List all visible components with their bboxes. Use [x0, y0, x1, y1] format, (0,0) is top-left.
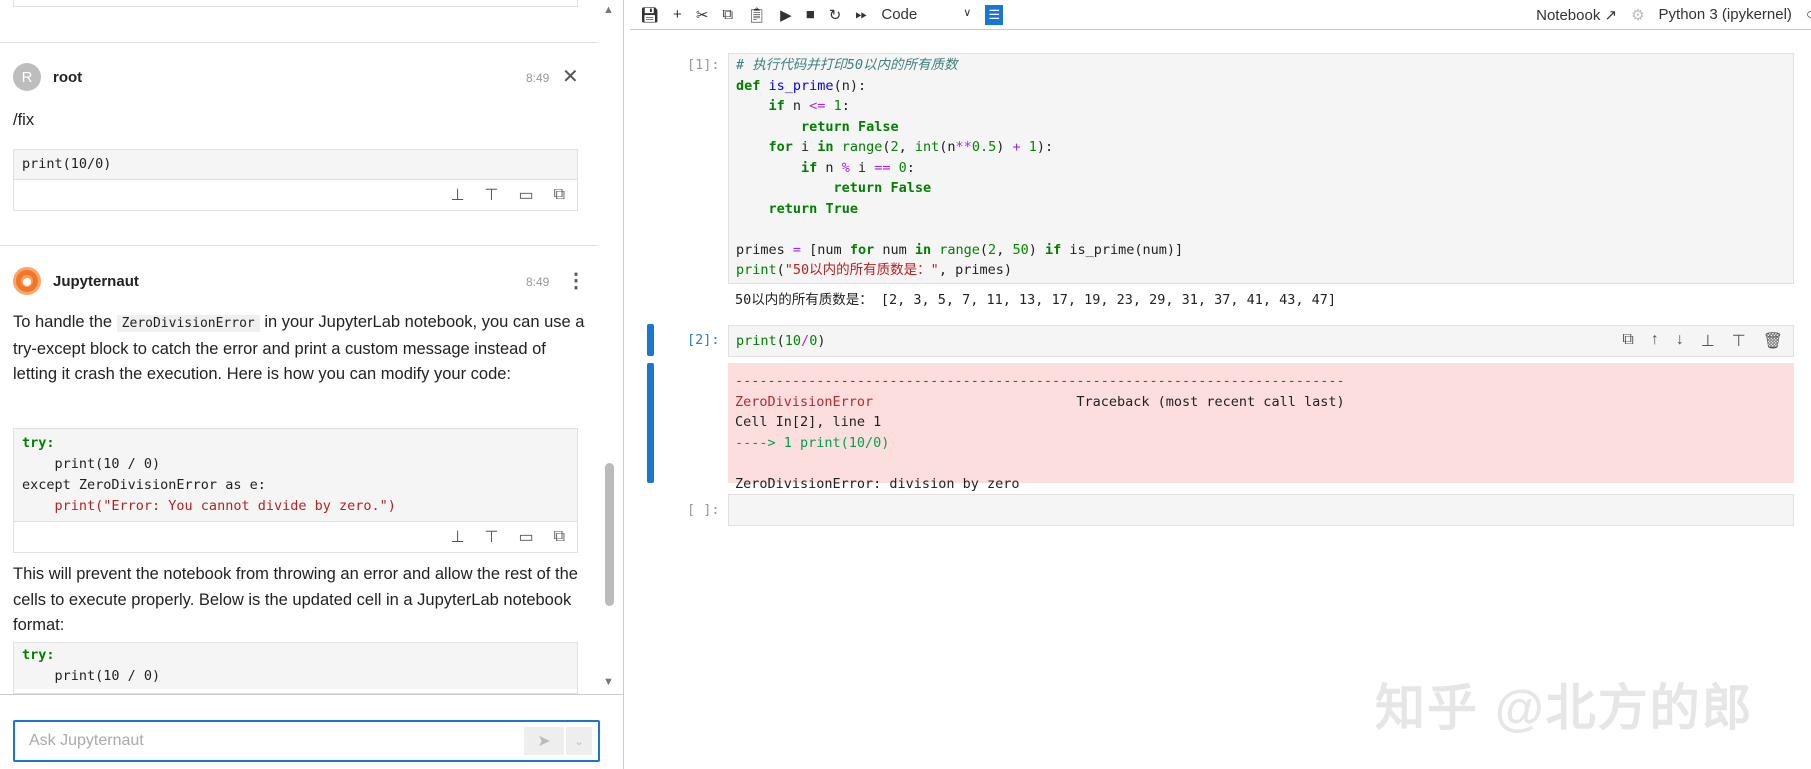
chat-messages: R root 8:49 ✕ /fix print(10/0) ⊥ ⊤ ▭ ⧉ Jupy… [0, 0, 600, 694]
duplicate-icon[interactable]: ⧉ [1622, 331, 1633, 351]
cell-type-value: Code [881, 6, 918, 23]
settings-icon[interactable]: ⚙ [1631, 6, 1644, 24]
send-button[interactable]: ➤ [524, 727, 564, 755]
scrollbar-thumb[interactable] [605, 463, 614, 606]
inline-code: ZeroDivisionError [116, 315, 260, 332]
chat-input[interactable]: Ask Jupyternaut ➤ ⌄ [13, 720, 600, 762]
insert-below-icon[interactable]: ⊤ [1732, 331, 1746, 351]
copy-icon[interactable]: ⧉ [554, 528, 565, 546]
code-block: try: print(10 / 0) except ZeroDivisionEr… [13, 428, 578, 553]
code-line: try: [22, 435, 55, 451]
notebook-label: Notebook [1536, 6, 1601, 24]
message-author: root [53, 69, 83, 86]
cell-collapser[interactable] [647, 324, 654, 356]
property-inspector-icon[interactable]: ☰ [985, 4, 1004, 25]
move-up-icon[interactable]: ↑ [1651, 331, 1659, 351]
code-content: try: print(10 / 0) except ZeroDivisionEr… [14, 429, 577, 522]
restart-icon[interactable]: ↻ [829, 6, 842, 24]
avatar: R [13, 63, 41, 91]
insert-below-icon[interactable]: ⊤ [485, 527, 499, 547]
send-icon: ➤ [537, 733, 551, 750]
code-line: print("Error: You cannot divide by zero.… [22, 498, 396, 514]
send-options-button[interactable]: ⌄ [566, 727, 592, 755]
divider [0, 694, 623, 695]
delete-icon[interactable]: 🗑︎ [1763, 331, 1783, 351]
code-line: except ZeroDivisionError as e: [22, 477, 266, 493]
traceback-header: Traceback (most recent call last) [1076, 393, 1345, 410]
input-placeholder: Ask Jupyternaut [29, 732, 144, 749]
traceback: ----------------------------------------… [728, 371, 1794, 494]
replace-cell-icon[interactable]: ▭ [518, 185, 533, 205]
kernel-status-icon: ○ [1805, 6, 1811, 23]
traceback-dashes: ----------------------------------------… [735, 373, 1345, 389]
cell-prompt: [2]: [687, 332, 720, 348]
message-author: Jupyternaut [53, 273, 139, 290]
traceback-arrow-line: ----> 1 print(10/0) [735, 434, 890, 451]
code-line: print(10 / 0) [22, 456, 161, 472]
external-link-icon: ↗ [1604, 6, 1618, 24]
code-content: try: print(10 / 0) [14, 643, 577, 689]
jupyter-logo-icon [21, 275, 33, 287]
chat-panel: R root 8:49 ✕ /fix print(10/0) ⊥ ⊤ ▭ ⧉ Jupy… [0, 0, 624, 769]
replace-cell-icon[interactable]: ▭ [518, 527, 533, 547]
text: To handle the [13, 313, 117, 331]
insert-above-icon[interactable]: ⊥ [451, 527, 465, 547]
jupyternaut-avatar [13, 267, 41, 295]
code-block: try: print(10 / 0) [13, 642, 578, 694]
insert-above-icon[interactable]: ⊥ [451, 185, 465, 205]
cell-output: 50以内的所有质数是： [2, 3, 5, 7, 11, 13, 17, 19,… [728, 290, 1343, 311]
code-line: try: [22, 647, 55, 663]
divider [0, 42, 598, 43]
traceback-location: Cell In[2], line 1 [735, 414, 882, 430]
cell-prompt: [1]: [687, 57, 720, 73]
error-name: ZeroDivisionError [735, 393, 874, 410]
cell-code: # 执行代码并打印50以内的所有质数 def is_prime(n): if n… [736, 57, 1184, 278]
code-block: print(10/0) ⊥ ⊤ ▭ ⧉ [13, 149, 578, 211]
notebook-panel: 💾︎ + ✂ ⧉ 📋︎ ▶ ■ ↻ ⏩︎ Code ∨ ☰ Notebook ↗ … [630, 0, 1811, 769]
close-icon[interactable]: ✕ [562, 64, 579, 89]
message-time: 8:49 [526, 275, 550, 289]
code-cell[interactable]: print(10/0) ⧉ ↑ ↓ ⊥ ⊤ 🗑︎ [728, 325, 1794, 357]
notebook-toolbar: 💾︎ + ✂ ⧉ 📋︎ ▶ ■ ↻ ⏩︎ Code ∨ ☰ Notebook ↗ … [630, 0, 1811, 30]
previous-code-box [13, 0, 578, 7]
watermark: 知乎 @北方的郎 [1375, 680, 1754, 736]
error-output: ----------------------------------------… [728, 363, 1794, 492]
insert-above-icon[interactable]: ⊥ [1701, 331, 1715, 351]
scroll-down-icon[interactable]: ▼ [603, 676, 614, 688]
kernel-name[interactable]: Python 3 (ipykernel) [1659, 6, 1792, 23]
output-collapser[interactable] [647, 363, 654, 483]
scroll-up-icon[interactable]: ▲ [603, 4, 614, 16]
move-down-icon[interactable]: ↓ [1676, 331, 1684, 351]
copy-icon[interactable]: ⧉ [722, 6, 733, 23]
insert-below-icon[interactable]: ⊤ [485, 185, 499, 205]
code-line: print(10 / 0) [22, 668, 161, 684]
run-icon[interactable]: ▶ [780, 6, 792, 24]
cut-icon[interactable]: ✂ [696, 6, 709, 24]
chevron-down-icon: ∨ [963, 7, 972, 19]
divider [0, 245, 598, 246]
paste-icon[interactable]: 📋︎ [747, 6, 766, 24]
copy-icon[interactable]: ⧉ [554, 186, 565, 204]
cell-prompt: [ ]: [687, 502, 720, 518]
code-cell[interactable]: # 执行代码并打印50以内的所有质数 def is_prime(n): if n… [728, 53, 1794, 284]
code-content: print(10/0) [14, 150, 577, 180]
cell-toolbar: ⧉ ↑ ↓ ⊥ ⊤ 🗑︎ [1622, 331, 1783, 351]
stop-icon[interactable]: ■ [806, 6, 815, 23]
empty-code-cell[interactable] [728, 494, 1794, 526]
run-all-icon[interactable]: ⏩︎ [855, 6, 867, 23]
message-text: /fix [13, 111, 35, 129]
error-message: ZeroDivisionError: division by zero [735, 475, 1020, 492]
message-time: 8:49 [526, 71, 550, 85]
more-options-icon[interactable]: ⋮ [566, 268, 586, 293]
output-text: 50以内的所有质数是： [2, 3, 5, 7, 11, 13, 17, 19,… [735, 292, 1337, 308]
message-paragraph: This will prevent the notebook from thro… [13, 565, 578, 634]
cell-type-select[interactable]: Code ∨ [881, 6, 971, 23]
message-paragraph: To handle the ZeroDivisionError in your … [13, 310, 593, 388]
save-icon[interactable]: 💾︎ [640, 6, 659, 24]
add-cell-icon[interactable]: + [673, 6, 682, 23]
chat-scrollbar[interactable]: ▲ ▼ [600, 0, 618, 694]
open-notebook-link[interactable]: Notebook ↗ [1536, 6, 1617, 24]
chevron-down-icon: ⌄ [574, 735, 584, 748]
